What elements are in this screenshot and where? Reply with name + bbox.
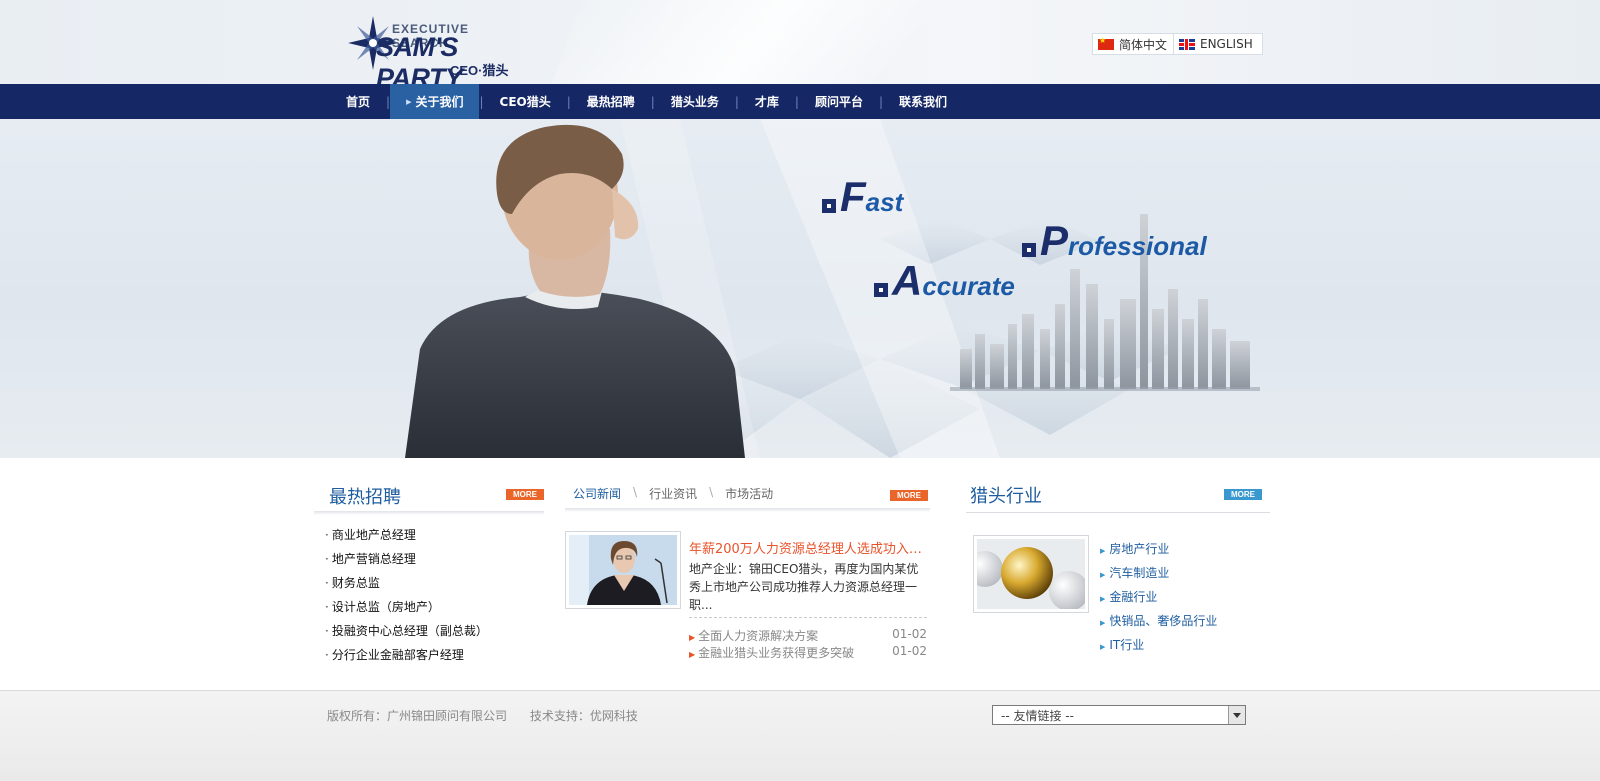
news-date: 01-02 [892, 644, 927, 658]
industry-divider [966, 512, 1270, 513]
tech-support-text: 技术支持：优网科技 [529, 709, 638, 723]
industry-item[interactable]: ▶ 快销品、奢侈品行业 [1100, 612, 1217, 636]
news-divider [565, 508, 930, 512]
arrow-right-icon: ▶ [1100, 619, 1106, 627]
industry-title: 猎头行业 [970, 486, 1042, 507]
tagline-accurate: Accurate [874, 260, 1015, 302]
hot-jobs-more-button[interactable]: MORE [506, 489, 544, 500]
nav-item-home[interactable]: 首页 [330, 84, 386, 119]
news-list-item[interactable]: ▶ 金融业猎头业务获得更多突破 01-02 [689, 644, 927, 661]
job-item[interactable]: · 设计总监（房地产） [325, 598, 488, 622]
news-list-item[interactable]: ▶ 全面人力资源解决方案 01-02 [689, 627, 927, 644]
job-item[interactable]: · 分行企业金融部客户经理 [325, 646, 488, 670]
industry-item[interactable]: ▶ 汽车制造业 [1100, 564, 1217, 588]
nav-item-consultant[interactable]: 顾问平台 [799, 84, 879, 119]
news-date: 01-02 [892, 627, 927, 641]
news-photo-image [569, 535, 677, 605]
tagline-bullet-icon [822, 199, 836, 213]
arrow-right-icon: ▶ [689, 650, 696, 659]
news-summary: 地产企业：锦田CEO猎头，再度为国内某优秀上市地产公司成功推荐人力资源总经理一职… [689, 562, 919, 612]
arrow-right-icon: ▶ [1100, 571, 1106, 579]
arrow-right-icon: ▶ [1100, 595, 1106, 603]
tagline-professional: Professional [1022, 220, 1207, 262]
industry-list: ▶ 房地产行业 ▶ 汽车制造业 ▶ 金融行业 ▶ 快销品、奢侈品行业 ▶ IT行业 [1100, 540, 1217, 660]
news-thumbnail[interactable] [565, 531, 681, 609]
copyright-text: 版权所有：广州锦田顾问有限公司 [327, 709, 508, 723]
golf-balls-image [977, 539, 1085, 609]
friend-links-select[interactable]: -- 友情链接 -- [992, 705, 1246, 725]
tagline-bullet-icon [874, 283, 888, 297]
header-sheen [523, 0, 1017, 84]
chevron-down-icon[interactable] [1228, 706, 1245, 724]
main-nav: 首页 | ▶ 关于我们 | CEO猎头 | 最热招聘 | 猎头业务 | 才库 |… [0, 84, 1600, 119]
lang-english-label: ENGLISH [1200, 37, 1253, 51]
uk-flag-icon [1179, 38, 1195, 50]
job-item[interactable]: · 地产营销总经理 [325, 550, 488, 574]
hero-banner: Fast Professional Accurate [0, 119, 1600, 458]
nav-item-contact[interactable]: 联系我们 [883, 84, 963, 119]
news-tabs: 公司新闻 \ 行业资讯 \ 市场活动 [573, 485, 773, 502]
nav-item-about[interactable]: ▶ 关于我们 [390, 84, 480, 119]
industry-item[interactable]: ▶ 金融行业 [1100, 588, 1217, 612]
job-item[interactable]: · 财务总监 [325, 574, 488, 598]
industry-photo-image [977, 539, 1085, 609]
industry-item[interactable]: ▶ IT行业 [1100, 636, 1217, 660]
nav-item-talent-pool[interactable]: 才库 [739, 84, 795, 119]
nav-item-about-label: 关于我们 [415, 95, 464, 109]
tagline-fast: Fast [822, 176, 903, 218]
hot-jobs-title: 最热招聘 [329, 487, 401, 508]
lang-english-button[interactable]: ENGLISH [1173, 33, 1263, 55]
hot-jobs-list: · 商业地产总经理 · 地产营销总经理 · 财务总监 · 设计总监（房地产） · 投融资中… [325, 526, 488, 670]
banner-background-graphic [405, 119, 1260, 458]
job-item[interactable]: · 投融资中心总经理（副总裁） [325, 622, 488, 646]
nav-item-hot-jobs[interactable]: 最热招聘 [571, 84, 651, 119]
footer-text: 版权所有：广州锦田顾问有限公司 技术支持：优网科技 [327, 707, 638, 724]
nav-item-business[interactable]: 猎头业务 [655, 84, 735, 119]
news-more-button[interactable]: MORE [890, 490, 928, 501]
tab-market-events[interactable]: 市场活动 [725, 485, 773, 502]
china-flag-icon [1098, 36, 1114, 50]
industry-more-button[interactable]: MORE [1224, 489, 1262, 500]
hot-jobs-divider [314, 511, 544, 515]
job-item[interactable]: · 商业地产总经理 [325, 526, 488, 550]
tab-company-news[interactable]: 公司新闻 [573, 485, 621, 502]
logo-subtitle: CEO·猎头 [450, 63, 509, 78]
lang-chinese-label: 简体中文 [1119, 37, 1168, 52]
arrow-right-icon: ▶ [1100, 547, 1106, 555]
industry-thumbnail[interactable] [973, 535, 1089, 613]
lang-chinese-button[interactable]: 简体中文 [1092, 33, 1178, 55]
industry-item[interactable]: ▶ 房地产行业 [1100, 540, 1217, 564]
tagline-bullet-icon [1022, 243, 1036, 257]
nav-item-ceo-headhunting[interactable]: CEO猎头 [484, 84, 567, 119]
tab-divider: \ [709, 485, 714, 499]
arrow-right-icon: ▶ [689, 633, 696, 642]
tab-industry-info[interactable]: 行业资讯 [649, 485, 697, 502]
businesswoman-image [569, 535, 677, 605]
site-footer: 版权所有：广州锦田顾问有限公司 技术支持：优网科技 -- 友情链接 -- [0, 690, 1600, 781]
site-logo[interactable]: EXECUTIVE SEARCH SAM'S PARTY CEO·猎头 [348, 14, 528, 84]
tab-divider: \ [633, 485, 638, 499]
arrow-right-icon: ▶ [1100, 643, 1106, 651]
site-header: EXECUTIVE SEARCH SAM'S PARTY CEO·猎头 简体中文… [0, 0, 1600, 84]
nav-active-caret-icon: ▶ [406, 97, 412, 106]
friend-links-selected: -- 友情链接 -- [1001, 709, 1074, 723]
news-headline-link[interactable]: 年薪200万人力资源总经理人选成功入主... [689, 538, 927, 557]
news-dotted-divider [689, 617, 927, 618]
news-list: ▶ 全面人力资源解决方案 01-02 ▶ 金融业猎头业务获得更多突破 01-02 [689, 627, 927, 661]
